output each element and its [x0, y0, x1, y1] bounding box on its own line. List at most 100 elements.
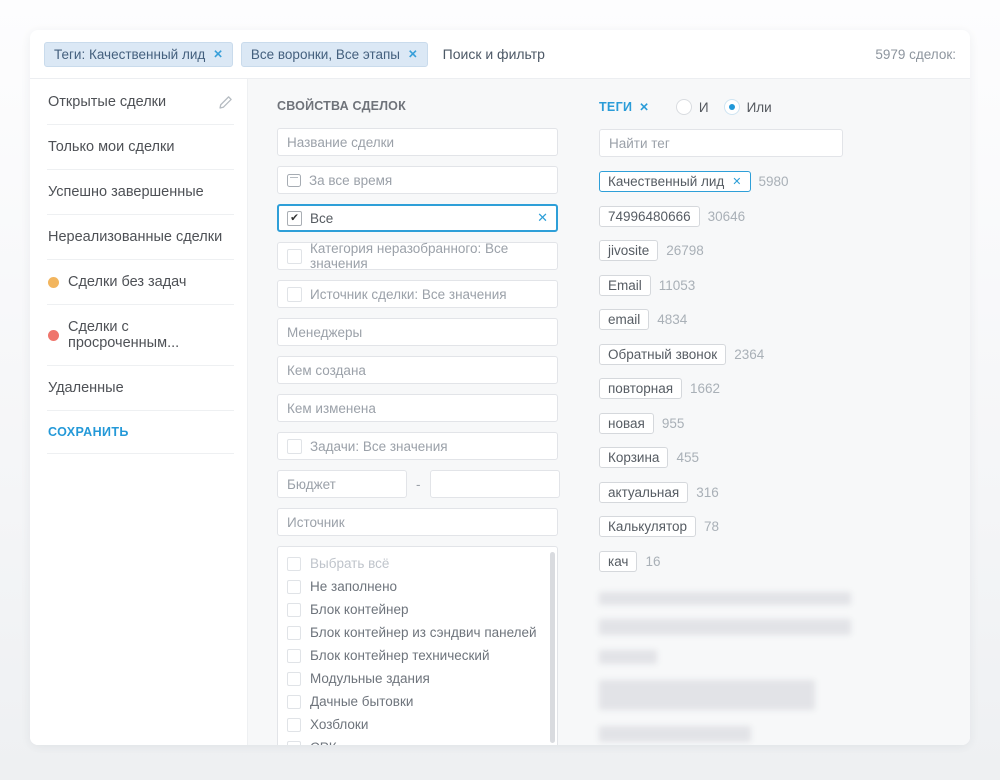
- tag-count: 30646: [708, 209, 746, 224]
- close-icon[interactable]: ✕: [639, 100, 649, 114]
- checkbox-icon[interactable]: [287, 603, 301, 617]
- tag-count: 2364: [734, 347, 764, 362]
- sidebar-item-label: Удаленные: [48, 380, 124, 396]
- option-modular-buildings[interactable]: Модульные здания: [287, 667, 543, 690]
- option-block-container[interactable]: Блок контейнер: [287, 598, 543, 621]
- unsorted-category-field[interactable]: Категория неразобранного: Все значения: [277, 242, 558, 270]
- logic-or-label: Или: [747, 100, 772, 115]
- option-label: Блок контейнер технический: [310, 648, 490, 663]
- close-icon[interactable]: ✕: [732, 175, 741, 188]
- date-range-value: За все время: [309, 173, 392, 188]
- checkbox-checked-icon[interactable]: ✔: [287, 211, 302, 226]
- tag-label: 74996480666: [608, 209, 691, 224]
- checkbox-icon[interactable]: [287, 649, 301, 663]
- tag-count: 5980: [759, 174, 789, 189]
- logic-and-radio[interactable]: И: [676, 99, 709, 115]
- tag-count: 316: [696, 485, 719, 500]
- tag-label: новая: [608, 416, 645, 431]
- option-dacha-cabins[interactable]: Дачные бытовки: [287, 690, 543, 713]
- sidebar-item-overdue[interactable]: Сделки с просроченным...: [47, 305, 234, 366]
- red-dot-icon: [48, 330, 59, 341]
- tag-row: Корзина 455: [599, 446, 861, 469]
- deal-name-input[interactable]: [277, 128, 558, 156]
- filter-chip-pipelines[interactable]: Все воронки, Все этапы ✕: [241, 42, 428, 67]
- managers-input[interactable]: [277, 318, 558, 346]
- save-button[interactable]: СОХРАНИТЬ: [47, 411, 234, 454]
- checkbox-icon[interactable]: [287, 580, 301, 594]
- date-range-field[interactable]: За все время: [277, 166, 558, 194]
- tag-label: jivosite: [608, 243, 649, 258]
- option-select-all[interactable]: Выбрать всё: [287, 552, 543, 575]
- sidebar-item-label: Сделки с просроченным...: [68, 319, 233, 351]
- option-label: Выбрать всё: [310, 556, 389, 571]
- option-srk[interactable]: СРК: [287, 736, 543, 745]
- tasks-field[interactable]: Задачи: Все значения: [277, 432, 558, 460]
- tag-count: 1662: [690, 381, 720, 396]
- radio-icon[interactable]: [676, 99, 692, 115]
- filter-chip-tags[interactable]: Теги: Качественный лид ✕: [44, 42, 233, 67]
- tag-chip[interactable]: Корзина: [599, 447, 668, 468]
- logic-or-radio[interactable]: Или: [724, 99, 772, 115]
- created-by-input[interactable]: [277, 356, 558, 384]
- modified-by-input[interactable]: [277, 394, 558, 422]
- checkbox-icon[interactable]: [287, 557, 301, 571]
- tag-count: 455: [676, 450, 699, 465]
- tag-row: email 4834: [599, 308, 861, 331]
- redacted-row: [599, 680, 815, 710]
- checkbox-icon[interactable]: [287, 695, 301, 709]
- filter-chip-pipelines-label: Все воронки, Все этапы: [251, 47, 400, 62]
- sidebar-item-label: Нереализованные сделки: [48, 229, 222, 245]
- option-block-container-sandwich[interactable]: Блок контейнер из сэндвич панелей: [287, 621, 543, 644]
- tag-chip[interactable]: новая: [599, 413, 654, 434]
- clear-icon[interactable]: ✕: [537, 210, 548, 226]
- budget-from-input[interactable]: [277, 470, 407, 498]
- radio-checked-icon[interactable]: [724, 99, 740, 115]
- save-button-label: СОХРАНИТЬ: [48, 425, 129, 439]
- sidebar-item-open-deals[interactable]: Открытые сделки: [47, 80, 234, 125]
- budget-to-input[interactable]: [430, 470, 560, 498]
- sidebar-item-won[interactable]: Успешно завершенные: [47, 170, 234, 215]
- checkbox-icon[interactable]: [287, 439, 302, 454]
- option-not-filled[interactable]: Не заполнено: [287, 575, 543, 598]
- source-input[interactable]: [277, 508, 558, 536]
- tag-chip[interactable]: актуальная: [599, 482, 688, 503]
- filter-panel: Теги: Качественный лид ✕ Все воронки, Вс…: [30, 30, 970, 745]
- option-sheds[interactable]: Хозблоки: [287, 713, 543, 736]
- tag-chip[interactable]: Калькулятор: [599, 516, 696, 537]
- close-icon[interactable]: ✕: [213, 47, 223, 61]
- tag-chip[interactable]: кач: [599, 551, 637, 572]
- checkbox-icon[interactable]: [287, 672, 301, 686]
- sidebar-item-my-deals[interactable]: Только мои сделки: [47, 125, 234, 170]
- tag-chip[interactable]: повторная: [599, 378, 682, 399]
- pencil-icon[interactable]: [218, 95, 233, 110]
- deal-source-field[interactable]: Источник сделки: Все значения: [277, 280, 558, 308]
- tag-count: 955: [662, 416, 685, 431]
- tag-chip[interactable]: Email: [599, 275, 651, 296]
- tag-label: Email: [608, 278, 642, 293]
- tag-chip[interactable]: email: [599, 309, 649, 330]
- tag-chip[interactable]: 74996480666: [599, 206, 700, 227]
- tag-label: повторная: [608, 381, 673, 396]
- option-block-container-technical[interactable]: Блок контейнер технический: [287, 644, 543, 667]
- option-label: Блок контейнер: [310, 602, 408, 617]
- search-and-filter-label[interactable]: Поиск и фильтр: [443, 46, 545, 62]
- tag-chip-selected[interactable]: Качественный лид ✕: [599, 171, 751, 192]
- sidebar-item-no-tasks[interactable]: Сделки без задач: [47, 260, 234, 305]
- deal-source-label: Источник сделки: Все значения: [310, 287, 507, 302]
- checkbox-icon[interactable]: [287, 718, 301, 732]
- listbox-scrollbar[interactable]: [550, 552, 555, 743]
- find-tag-input[interactable]: [599, 129, 843, 157]
- sidebar-item-label: Только мои сделки: [48, 139, 174, 155]
- checkbox-icon[interactable]: [287, 741, 301, 746]
- checkbox-icon[interactable]: [287, 249, 302, 264]
- close-icon[interactable]: ✕: [408, 47, 418, 61]
- tag-chip[interactable]: jivosite: [599, 240, 658, 261]
- tag-chip[interactable]: Обратный звонок: [599, 344, 726, 365]
- checkbox-icon[interactable]: [287, 626, 301, 640]
- status-select-field[interactable]: ✔ Все ✕: [277, 204, 558, 232]
- sidebar-item-deleted[interactable]: Удаленные: [47, 366, 234, 411]
- sidebar-item-lost[interactable]: Нереализованные сделки: [47, 215, 234, 260]
- checkbox-icon[interactable]: [287, 287, 302, 302]
- option-label: Блок контейнер из сэндвич панелей: [310, 625, 537, 640]
- sidebar-item-label: Успешно завершенные: [48, 184, 204, 200]
